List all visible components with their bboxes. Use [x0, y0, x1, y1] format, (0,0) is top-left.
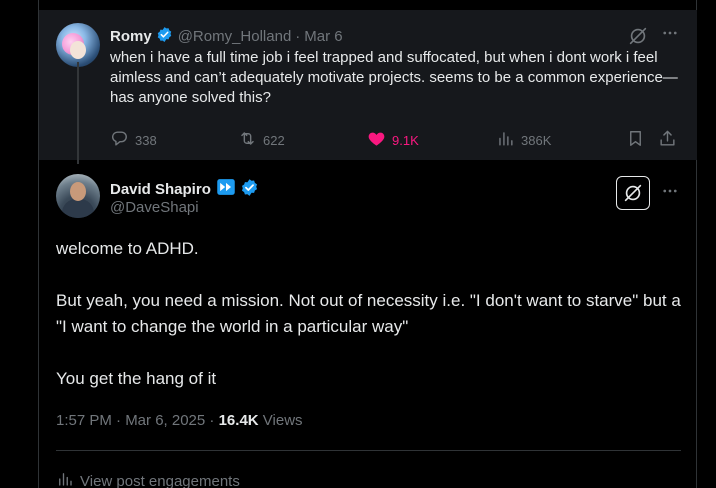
- tweet-paragraph: welcome to ADHD.: [56, 239, 199, 258]
- tweet-timestamp[interactable]: 1:57 PM · Mar 6, 2025: [56, 412, 205, 429]
- divider: [56, 450, 681, 451]
- tweet-date[interactable]: Mar 6: [304, 28, 342, 45]
- avatar-body: [62, 199, 94, 218]
- author-name[interactable]: Romy: [110, 28, 152, 45]
- verified-badge-icon: [240, 178, 259, 201]
- thread-connector-line: [77, 62, 79, 164]
- parent-tweet[interactable]: Romy @Romy_Holland · Mar 6 when i have a…: [39, 10, 697, 160]
- reply-button[interactable]: 338: [110, 128, 157, 152]
- author-handle[interactable]: @Romy_Holland: [178, 28, 292, 45]
- dot-separator: ·: [209, 412, 215, 429]
- views-count: 386K: [521, 132, 552, 148]
- tweet-meta: 1:57 PM · Mar 6, 2025 · 16.4K Views: [56, 412, 303, 429]
- repost-button[interactable]: 622: [238, 128, 285, 152]
- action-bar: 338 622 9.1K 386K: [110, 128, 685, 152]
- author-handle[interactable]: @DaveShapi: [110, 199, 199, 216]
- avatar[interactable]: [56, 23, 100, 67]
- tweet-paragraph: You get the hang of it: [56, 369, 217, 388]
- engagements-label: View post engagements: [80, 472, 240, 488]
- repost-icon: [238, 129, 263, 151]
- author-name[interactable]: David Shapiro: [110, 181, 211, 198]
- main-author-line: David Shapiro: [110, 177, 259, 201]
- engagements-chart-icon: [56, 470, 80, 488]
- avatar-face: [70, 182, 86, 201]
- fast-forward-badge-icon: [216, 177, 236, 201]
- view-engagements-link[interactable]: View post engagements: [56, 470, 240, 488]
- avatar-face: [70, 41, 86, 59]
- views-label: Views: [262, 412, 303, 429]
- conversation-column: Romy @Romy_Holland · Mar 6 when i have a…: [38, 0, 697, 488]
- more-icon[interactable]: [659, 182, 681, 204]
- verified-badge-icon: [156, 26, 173, 47]
- bookmark-button[interactable]: [626, 128, 651, 152]
- views-count: 16.4K: [218, 412, 259, 429]
- avatar[interactable]: [56, 174, 100, 218]
- like-count: 9.1K: [392, 132, 419, 148]
- tweet-paragraph: But yeah, you need a mission. Not out of…: [56, 291, 681, 336]
- grok-icon[interactable]: [627, 25, 649, 47]
- reply-count: 338: [135, 132, 157, 148]
- share-button[interactable]: [658, 128, 683, 152]
- grok-icon[interactable]: [616, 176, 650, 210]
- parent-author-line: Romy @Romy_Holland · Mar 6: [110, 26, 343, 47]
- tweet-text: when i have a full time job i feel trapp…: [110, 49, 678, 106]
- like-heart-icon: [367, 129, 392, 151]
- more-icon[interactable]: [659, 24, 681, 46]
- dot-separator: ·: [295, 28, 301, 45]
- tweet-text: welcome to ADHD. But yeah, you need a mi…: [56, 236, 681, 392]
- reply-icon: [110, 129, 135, 151]
- like-button[interactable]: 9.1K: [367, 128, 419, 152]
- bookmark-icon: [626, 129, 651, 151]
- views-button[interactable]: 386K: [496, 128, 551, 152]
- share-icon: [658, 129, 683, 151]
- views-chart-icon: [496, 129, 521, 151]
- repost-count: 622: [263, 132, 285, 148]
